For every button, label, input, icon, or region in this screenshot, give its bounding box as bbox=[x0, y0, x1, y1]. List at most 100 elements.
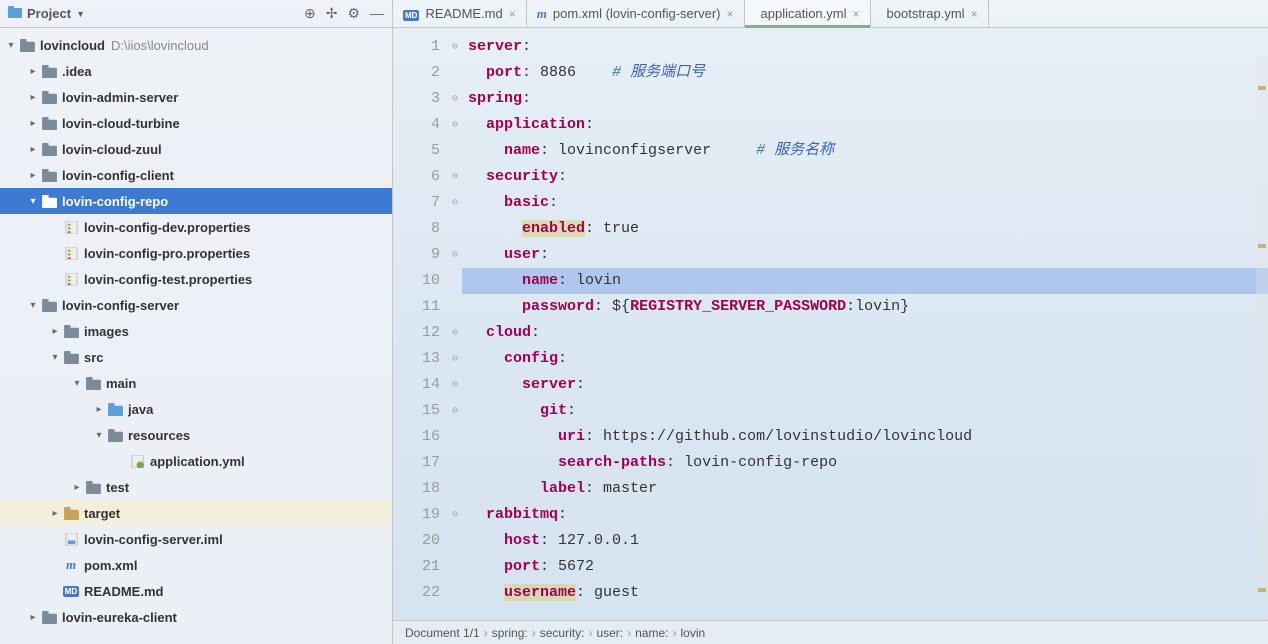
code-line[interactable]: search-paths: lovin-config-repo bbox=[462, 450, 1268, 476]
fold-icon[interactable] bbox=[448, 450, 462, 476]
fold-icon[interactable] bbox=[448, 294, 462, 320]
editor-tab[interactable]: MDREADME.md× bbox=[393, 0, 527, 27]
chevron-icon[interactable]: ▸ bbox=[48, 508, 62, 519]
code-line[interactable]: user: bbox=[462, 242, 1268, 268]
breadcrumb-item[interactable]: security: bbox=[540, 626, 585, 640]
fold-icon[interactable]: ⊖ bbox=[448, 346, 462, 372]
chevron-icon[interactable]: ▾ bbox=[70, 378, 84, 389]
breadcrumb-item[interactable]: name: bbox=[635, 626, 668, 640]
breadcrumb[interactable]: Document 1/1›spring:›security:›user:›nam… bbox=[393, 620, 1268, 644]
scrollbar[interactable] bbox=[1256, 56, 1268, 596]
fold-icon[interactable] bbox=[448, 60, 462, 86]
fold-icon[interactable]: ⊖ bbox=[448, 502, 462, 528]
tree-root[interactable]: ▾lovincloudD:\iios\lovincloud bbox=[0, 32, 392, 58]
fold-icon[interactable]: ⊖ bbox=[448, 164, 462, 190]
fold-icon[interactable] bbox=[448, 268, 462, 294]
chevron-icon[interactable]: ▸ bbox=[26, 612, 40, 623]
code-lines[interactable]: server: port: 8886 # 服务端口号spring: applic… bbox=[462, 28, 1268, 620]
code-line[interactable]: security: bbox=[462, 164, 1268, 190]
chevron-icon[interactable]: ▸ bbox=[26, 118, 40, 129]
chevron-icon[interactable]: ▸ bbox=[70, 482, 84, 493]
tree-item[interactable]: ▸lovin-admin-server bbox=[0, 84, 392, 110]
code-line[interactable]: spring: bbox=[462, 86, 1268, 112]
tree-item[interactable]: lovin-config-server.iml bbox=[0, 526, 392, 552]
code-line[interactable]: git: bbox=[462, 398, 1268, 424]
tree-item[interactable]: ▸lovin-cloud-zuul bbox=[0, 136, 392, 162]
code-line[interactable]: server: bbox=[462, 372, 1268, 398]
close-icon[interactable]: × bbox=[853, 7, 860, 21]
fold-icon[interactable]: ⊖ bbox=[448, 372, 462, 398]
chevron-icon[interactable]: ▾ bbox=[48, 352, 62, 363]
code-line[interactable]: password: ${REGISTRY_SERVER_PASSWORD:lov… bbox=[462, 294, 1268, 320]
chevron-icon[interactable]: ▸ bbox=[26, 144, 40, 155]
locate-icon[interactable]: ⊕ bbox=[304, 5, 316, 22]
tree-item[interactable]: ▾lovin-config-repo bbox=[0, 188, 392, 214]
fold-icon[interactable]: ⊖ bbox=[448, 320, 462, 346]
tree-item[interactable]: mpom.xml bbox=[0, 552, 392, 578]
close-icon[interactable]: × bbox=[971, 7, 978, 21]
chevron-icon[interactable]: ▸ bbox=[26, 170, 40, 181]
editor-tab[interactable]: bootstrap.yml× bbox=[871, 0, 989, 27]
tree-item[interactable]: ▸lovin-config-client bbox=[0, 162, 392, 188]
breadcrumb-item[interactable]: user: bbox=[596, 626, 623, 640]
tree-item[interactable]: MDREADME.md bbox=[0, 578, 392, 604]
code-line[interactable]: cloud: bbox=[462, 320, 1268, 346]
fold-icon[interactable] bbox=[448, 528, 462, 554]
chevron-icon[interactable]: ▾ bbox=[26, 196, 40, 207]
code-line[interactable]: application: bbox=[462, 112, 1268, 138]
tree-item[interactable]: lovin-config-dev.properties bbox=[0, 214, 392, 240]
code-line[interactable]: server: bbox=[462, 34, 1268, 60]
fold-icon[interactable] bbox=[448, 138, 462, 164]
close-icon[interactable]: × bbox=[726, 7, 733, 21]
fold-icon[interactable]: ⊖ bbox=[448, 34, 462, 60]
tree-item[interactable]: lovin-config-test.properties bbox=[0, 266, 392, 292]
chevron-down-icon[interactable]: ▾ bbox=[4, 40, 18, 51]
tree-item[interactable]: ▸test bbox=[0, 474, 392, 500]
tree-item[interactable]: lovin-config-pro.properties bbox=[0, 240, 392, 266]
tree-item[interactable]: application.yml bbox=[0, 448, 392, 474]
code-line[interactable]: label: master bbox=[462, 476, 1268, 502]
code-line[interactable]: config: bbox=[462, 346, 1268, 372]
fold-icon[interactable]: ⊖ bbox=[448, 190, 462, 216]
breadcrumb-item[interactable]: Document 1/1 bbox=[405, 626, 480, 640]
fold-icon[interactable] bbox=[448, 216, 462, 242]
editor-tab[interactable]: application.yml× bbox=[745, 0, 871, 27]
fold-icon[interactable] bbox=[448, 424, 462, 450]
tree-item[interactable]: ▸images bbox=[0, 318, 392, 344]
code-line[interactable]: port: 8886 # 服务端口号 bbox=[462, 60, 1268, 86]
code-line[interactable]: username: guest bbox=[462, 580, 1268, 606]
chevron-icon[interactable]: ▸ bbox=[48, 326, 62, 337]
tree-item[interactable]: ▾src bbox=[0, 344, 392, 370]
chevron-icon[interactable]: ▸ bbox=[26, 66, 40, 77]
fold-icon[interactable] bbox=[448, 476, 462, 502]
breadcrumb-item[interactable]: spring: bbox=[492, 626, 528, 640]
tree-item[interactable]: ▸lovin-cloud-turbine bbox=[0, 110, 392, 136]
fold-icon[interactable]: ⊖ bbox=[448, 86, 462, 112]
tree-item[interactable]: ▸lovin-eureka-client bbox=[0, 604, 392, 630]
tree-item[interactable]: ▾main bbox=[0, 370, 392, 396]
expand-icon[interactable]: ✢ bbox=[326, 5, 338, 22]
chevron-icon[interactable]: ▸ bbox=[26, 92, 40, 103]
fold-icon[interactable] bbox=[448, 580, 462, 606]
tree-item[interactable]: ▸.idea bbox=[0, 58, 392, 84]
gear-icon[interactable]: ⚙ bbox=[347, 5, 360, 22]
tree-item[interactable]: ▸target bbox=[0, 500, 392, 526]
code-line[interactable]: host: 127.0.0.1 bbox=[462, 528, 1268, 554]
close-icon[interactable]: × bbox=[509, 7, 516, 21]
chevron-icon[interactable]: ▾ bbox=[92, 430, 106, 441]
tree-item[interactable]: ▸java bbox=[0, 396, 392, 422]
fold-icon[interactable]: ⊖ bbox=[448, 398, 462, 424]
code-line[interactable]: name: lovin bbox=[462, 268, 1268, 294]
code-line[interactable]: enabled: true bbox=[462, 216, 1268, 242]
code-line[interactable]: rabbitmq: bbox=[462, 502, 1268, 528]
code-editor[interactable]: 12345678910111213141516171819202122 ⊖⊖⊖⊖… bbox=[393, 28, 1268, 620]
tree-item[interactable]: ▾lovin-config-server bbox=[0, 292, 392, 318]
fold-icon[interactable]: ⊖ bbox=[448, 112, 462, 138]
code-line[interactable]: name: lovinconfigserver # 服务名称 bbox=[462, 138, 1268, 164]
tree-item[interactable]: ▾resources bbox=[0, 422, 392, 448]
editor-tab[interactable]: mpom.xml (lovin-config-server)× bbox=[527, 0, 745, 27]
code-line[interactable]: basic: bbox=[462, 190, 1268, 216]
chevron-icon[interactable]: ▸ bbox=[92, 404, 106, 415]
chevron-icon[interactable]: ▾ bbox=[26, 300, 40, 311]
fold-icon[interactable] bbox=[448, 554, 462, 580]
